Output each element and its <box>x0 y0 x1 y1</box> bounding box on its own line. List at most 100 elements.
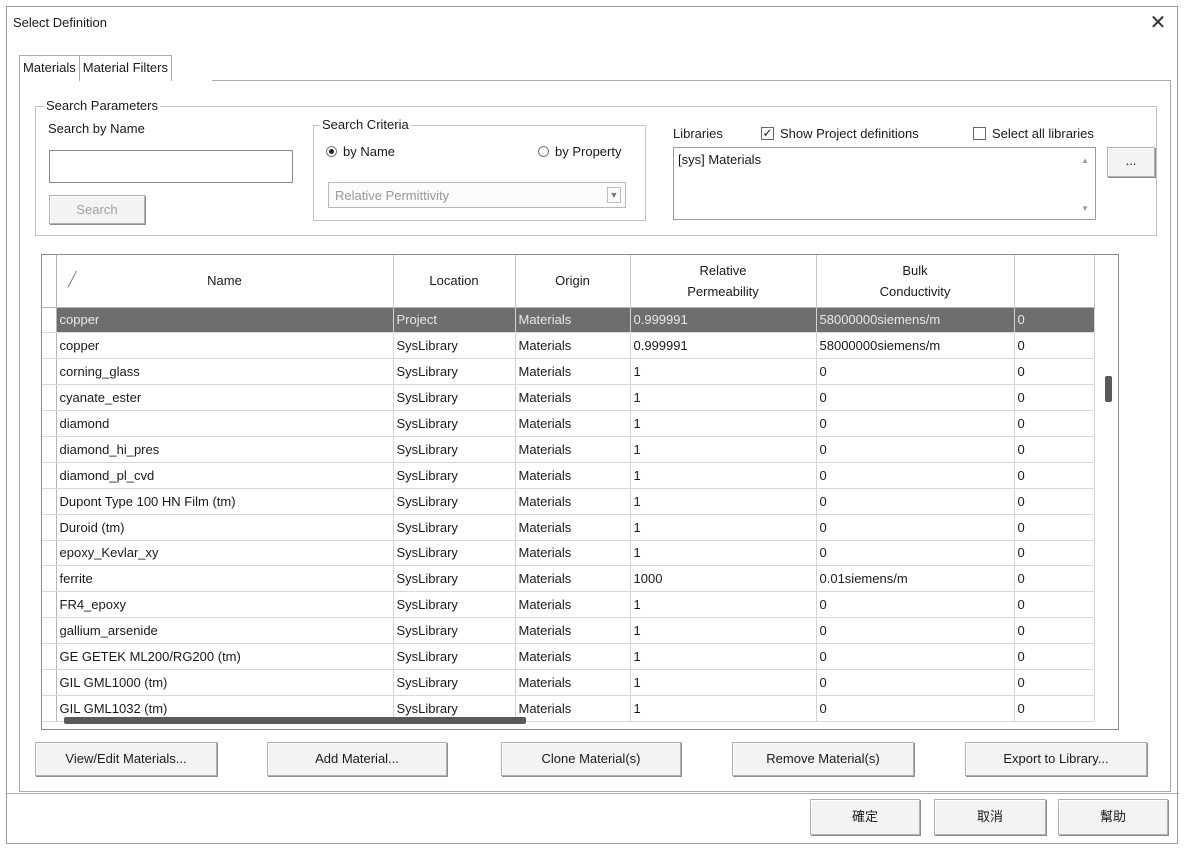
cancel-button[interactable]: 取消 <box>934 799 1046 835</box>
table-row[interactable]: GE GETEK ML200/RG200 (tm) SysLibrary Mater… <box>42 643 1095 670</box>
table-cell[interactable]: 1 <box>630 358 817 386</box>
table-cell[interactable]: Materials <box>515 514 631 541</box>
table-cell[interactable]: SysLibrary <box>393 669 516 696</box>
table-cell[interactable]: 0 <box>816 436 1015 463</box>
table-cell[interactable]: Materials <box>515 669 631 696</box>
table-cell[interactable]: 0 <box>1014 669 1095 696</box>
table-row[interactable]: copper Project Materials 0.999991 58000000si… <box>42 307 1095 334</box>
table-cell[interactable]: 0.999991 <box>630 307 817 334</box>
table-row[interactable]: copper SysLibrary Materials 0.999991 5800000… <box>42 332 1095 360</box>
table-cell[interactable]: 0 <box>1014 565 1095 593</box>
table-cell[interactable]: 1 <box>630 488 817 515</box>
table-cell[interactable]: 1 <box>630 462 817 489</box>
row-header[interactable] <box>42 384 57 412</box>
table-cell[interactable]: 1 <box>630 643 817 670</box>
table-row[interactable]: ferrite SysLibrary Materials 1000 0.01siemen… <box>42 565 1095 593</box>
table-cell[interactable]: 0 <box>1014 307 1095 334</box>
row-header[interactable] <box>42 462 57 489</box>
sort-indicator-icon[interactable]: ╱ <box>68 271 76 288</box>
table-cell[interactable]: 0 <box>1014 643 1095 670</box>
tab-material-filters[interactable]: Material Filters <box>79 55 172 81</box>
table-cell[interactable]: 1 <box>630 410 817 437</box>
table-cell[interactable]: 0 <box>816 358 1015 386</box>
table-cell[interactable]: 0 <box>816 669 1015 696</box>
table-cell[interactable]: Materials <box>515 436 631 463</box>
ok-button[interactable]: 確定 <box>810 799 920 835</box>
table-cell[interactable]: gallium_arsenide <box>56 617 394 645</box>
table-cell[interactable]: 0 <box>816 617 1015 645</box>
clone-materials-button[interactable]: Clone Material(s) <box>501 742 681 776</box>
vertical-scrollbar-thumb[interactable] <box>1105 376 1112 402</box>
table-cell[interactable]: 0.999991 <box>630 332 817 360</box>
table-cell[interactable]: 1 <box>630 591 817 619</box>
export-to-library-button[interactable]: Export to Library... <box>965 742 1147 776</box>
table-cell[interactable]: 58000000siemens/m <box>816 332 1015 360</box>
table-cell[interactable]: 0.01siemens/m <box>816 565 1015 593</box>
table-cell[interactable]: 0 <box>1014 384 1095 412</box>
table-cell[interactable]: diamond <box>56 410 394 437</box>
table-cell[interactable]: Dupont Type 100 HN Film (tm) <box>56 488 394 515</box>
table-row[interactable]: diamond_hi_pres SysLibrary Materials 1 0 0 <box>42 436 1095 463</box>
tab-materials[interactable]: Materials <box>19 55 80 81</box>
table-cell[interactable]: 1 <box>630 695 817 722</box>
table-row[interactable]: Duroid (tm) SysLibrary Materials 1 0 0 <box>42 514 1095 541</box>
table-cell[interactable]: 0 <box>816 462 1015 489</box>
table-row[interactable]: Dupont Type 100 HN Film (tm) SysLibrary Ma… <box>42 488 1095 515</box>
table-cell[interactable]: SysLibrary <box>393 488 516 515</box>
table-cell[interactable]: 1 <box>630 669 817 696</box>
table-cell[interactable]: SysLibrary <box>393 643 516 670</box>
table-cell[interactable]: Materials <box>515 384 631 412</box>
table-cell[interactable]: Materials <box>515 307 631 334</box>
table-cell[interactable]: Materials <box>515 332 631 360</box>
table-row[interactable]: corning_glass SysLibrary Materials 1 0 0 <box>42 358 1095 386</box>
add-material-button[interactable]: Add Material... <box>267 742 447 776</box>
row-header[interactable] <box>42 307 57 334</box>
remove-materials-button[interactable]: Remove Material(s) <box>732 742 914 776</box>
table-cell[interactable]: 1 <box>630 384 817 412</box>
table-cell[interactable]: 1 <box>630 514 817 541</box>
table-cell[interactable]: 0 <box>816 540 1015 567</box>
table-cell[interactable]: FR4_epoxy <box>56 591 394 619</box>
table-cell[interactable]: Materials <box>515 695 631 722</box>
column-header[interactable]: Bulk Conductivity <box>816 255 1015 308</box>
row-header[interactable] <box>42 332 57 360</box>
row-header[interactable] <box>42 410 57 437</box>
table-row[interactable]: GIL GML1000 (tm) SysLibrary Materials 1 0 0 <box>42 669 1095 696</box>
table-row[interactable]: FR4_epoxy SysLibrary Materials 1 0 0 <box>42 591 1095 619</box>
table-row[interactable]: epoxy_Kevlar_xy SysLibrary Materials 1 0 0 <box>42 540 1095 567</box>
libraries-list[interactable]: [sys] Materials ▲ ▼ <box>673 147 1096 220</box>
table-cell[interactable]: SysLibrary <box>393 565 516 593</box>
column-header[interactable]: Location <box>393 255 516 308</box>
table-row[interactable]: cyanate_ester SysLibrary Materials 1 0 0 <box>42 384 1095 412</box>
row-header[interactable] <box>42 540 57 567</box>
row-header[interactable] <box>42 669 57 696</box>
column-header[interactable]: Name <box>56 255 394 308</box>
row-header[interactable] <box>42 358 57 386</box>
table-cell[interactable]: 1000 <box>630 565 817 593</box>
table-cell[interactable]: 0 <box>1014 488 1095 515</box>
table-cell[interactable]: 0 <box>1014 591 1095 619</box>
table-cell[interactable]: GIL GML1000 (tm) <box>56 669 394 696</box>
table-cell[interactable]: SysLibrary <box>393 332 516 360</box>
table-cell[interactable]: SysLibrary <box>393 514 516 541</box>
table-cell[interactable]: 0 <box>816 410 1015 437</box>
table-cell[interactable]: 0 <box>1014 358 1095 386</box>
table-row[interactable]: gallium_arsenide SysLibrary Materials 1 0 0 <box>42 617 1095 645</box>
table-cell[interactable]: 0 <box>816 488 1015 515</box>
radio-by-property[interactable]: by Property <box>538 144 621 159</box>
row-header[interactable] <box>42 488 57 515</box>
table-cell[interactable]: SysLibrary <box>393 384 516 412</box>
table-cell[interactable]: 0 <box>1014 617 1095 645</box>
table-cell[interactable]: 0 <box>816 695 1015 722</box>
show-project-checkbox[interactable]: ✓ Show Project definitions <box>761 126 919 141</box>
table-cell[interactable]: Materials <box>515 565 631 593</box>
table-cell[interactable]: 0 <box>1014 332 1095 360</box>
help-button[interactable]: 幫助 <box>1058 799 1168 835</box>
row-header[interactable] <box>42 643 57 670</box>
table-cell[interactable]: Materials <box>515 358 631 386</box>
table-cell[interactable]: Materials <box>515 462 631 489</box>
table-cell[interactable]: Materials <box>515 617 631 645</box>
column-header[interactable]: Relative Permeability <box>630 255 817 308</box>
library-list-item[interactable]: [sys] Materials <box>678 152 761 167</box>
table-cell[interactable]: SysLibrary <box>393 591 516 619</box>
